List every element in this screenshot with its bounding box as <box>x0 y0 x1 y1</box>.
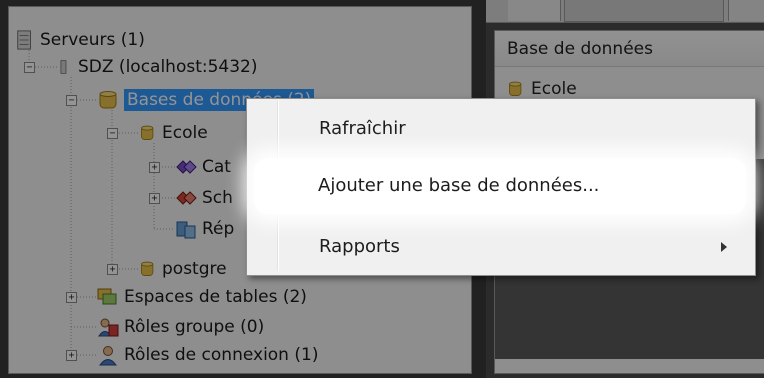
column-header-database[interactable]: Base de données <box>495 31 764 67</box>
collapse-toggle[interactable]: − <box>66 95 77 106</box>
database-icon <box>509 81 522 96</box>
collapse-toggle[interactable]: − <box>107 128 118 139</box>
expand-toggle[interactable]: + <box>149 193 160 204</box>
expand-toggle[interactable]: + <box>66 350 77 361</box>
database-icon <box>141 261 154 276</box>
tree-node-label: SDZ (localhost:5432) <box>78 57 258 77</box>
tree-node-db-ecole[interactable]: Ecole <box>139 118 208 148</box>
submenu-arrow-icon <box>721 242 727 252</box>
schema-icon <box>176 191 197 205</box>
expand-toggle[interactable]: + <box>107 264 118 275</box>
tab-3[interactable] <box>728 0 764 21</box>
login-roles-icon <box>99 346 117 366</box>
group-roles-icon <box>98 318 119 337</box>
tree-node-label: Rép <box>202 219 235 239</box>
tree-node-label: Rôles groupe (0) <box>124 317 265 337</box>
expand-toggle[interactable]: + <box>149 162 160 173</box>
tablespaces-icon <box>97 288 117 305</box>
menu-item-add-database-label: Ajouter une base de données... <box>318 175 600 196</box>
tab-strip <box>486 0 764 23</box>
tree-node-label: Rôles de connexion (1) <box>124 345 319 365</box>
servers-icon <box>17 30 31 50</box>
server-icon <box>60 60 67 74</box>
catalog-icon <box>176 160 197 174</box>
tree-node-label: Serveurs (1) <box>40 30 145 50</box>
tree-node-catalogs[interactable]: Cat <box>175 152 231 182</box>
tree-node-servers[interactable]: Serveurs (1) <box>15 25 145 55</box>
tree-node-login-roles[interactable]: Rôles de connexion (1) <box>97 340 318 370</box>
tree-node-schemas[interactable]: Sch <box>175 183 233 213</box>
replication-icon <box>176 221 196 239</box>
tree-node-replication[interactable]: Rép <box>175 214 234 244</box>
menu-item-refresh[interactable]: Rafraîchir <box>319 115 406 143</box>
database-icon <box>141 125 154 140</box>
tree-node-label: Espaces de tables (2) <box>124 287 307 307</box>
expand-toggle[interactable]: + <box>66 292 77 303</box>
tree-node-server-sdz[interactable]: SDZ (localhost:5432) <box>59 52 258 82</box>
tree-node-label: Cat <box>202 157 231 177</box>
menu-item-reports[interactable]: Rapports <box>319 233 400 261</box>
collapse-toggle[interactable]: − <box>24 62 35 73</box>
tree-node-label: Ecole <box>162 123 208 143</box>
list-item-label: Ecole <box>531 79 577 99</box>
tab-2[interactable] <box>564 0 724 22</box>
databases-icon <box>99 91 117 109</box>
tab-1[interactable] <box>508 0 561 21</box>
tree-node-db-postgres[interactable]: postgre <box>139 254 227 284</box>
tree-node-group-roles[interactable]: Rôles groupe (0) <box>97 312 264 342</box>
tree-node-label: Sch <box>202 188 233 208</box>
tree-node-label: postgre <box>162 259 227 279</box>
tree-node-tablespaces[interactable]: Espaces de tables (2) <box>97 282 307 312</box>
